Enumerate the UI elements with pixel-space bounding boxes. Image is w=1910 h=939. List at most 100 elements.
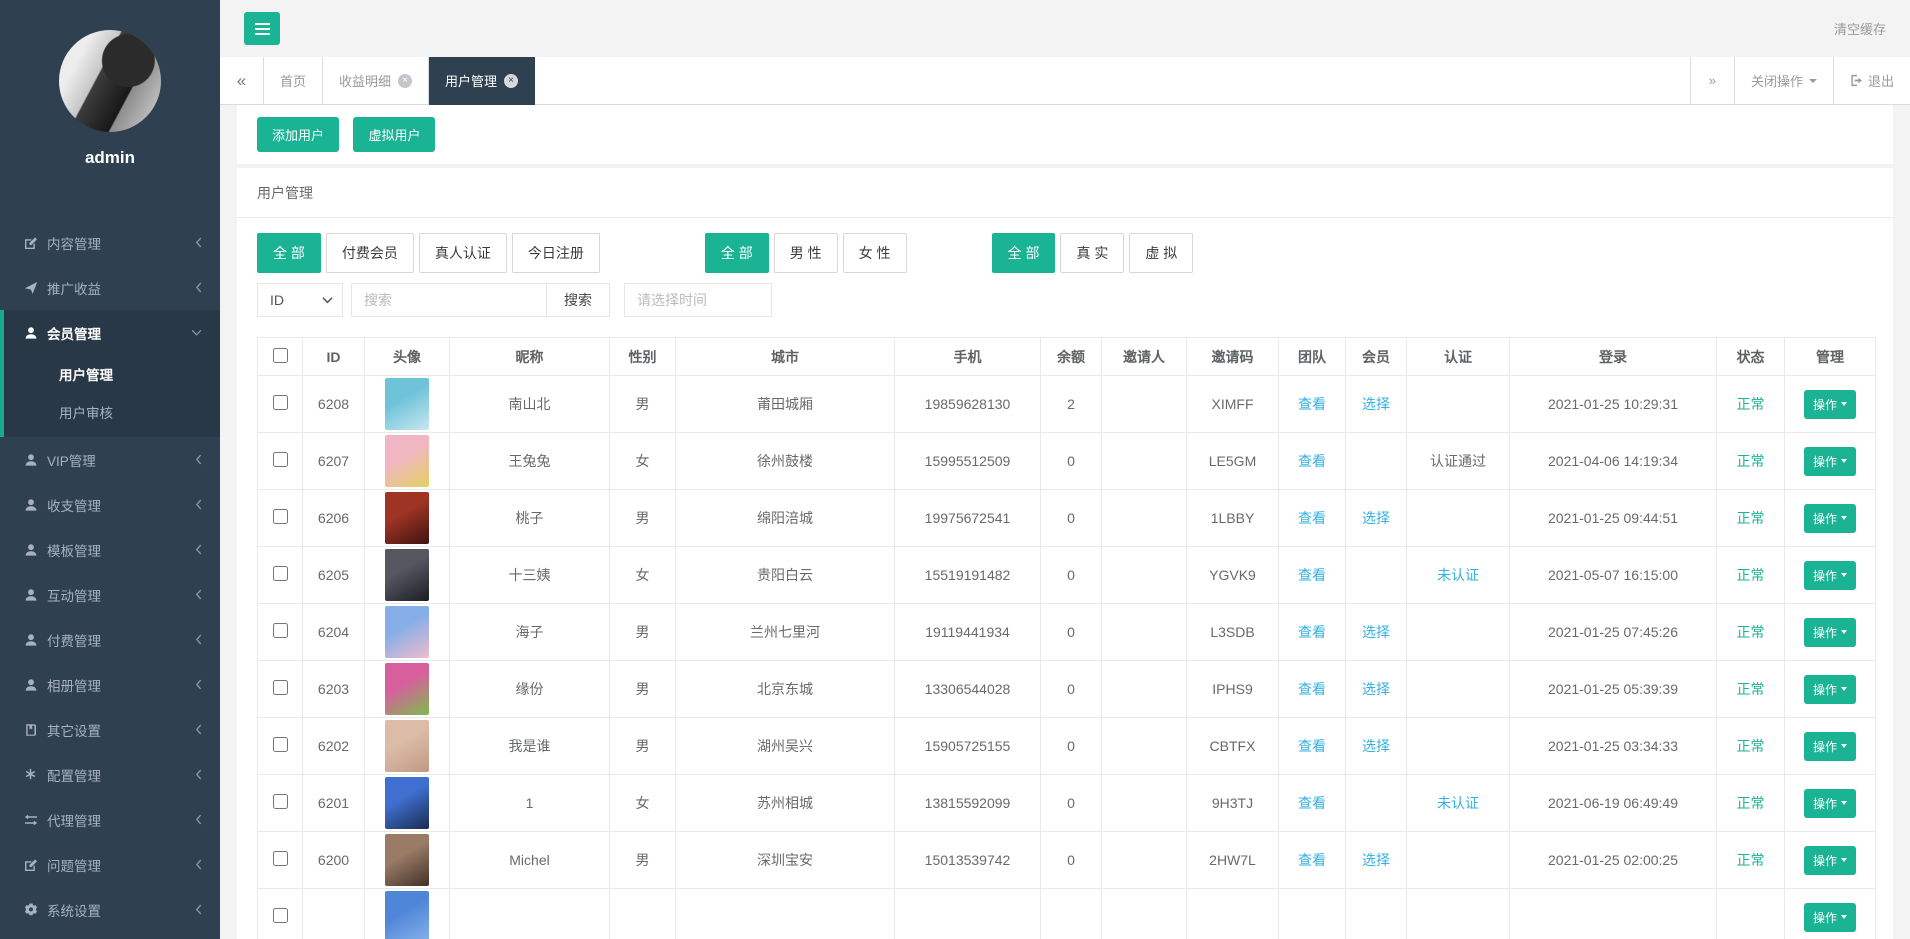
- member-select-link[interactable]: 选择: [1362, 624, 1390, 640]
- filter-user-type-real-verified[interactable]: 真人认证: [419, 233, 507, 273]
- row-operate-button[interactable]: 操作: [1804, 732, 1856, 761]
- sidebar-item-promotion[interactable]: 推广收益: [0, 265, 220, 310]
- cell-auth-status[interactable]: 未认证: [1437, 567, 1479, 583]
- close-operations-dropdown[interactable]: 关闭操作: [1734, 57, 1833, 104]
- member-select-link[interactable]: 选择: [1362, 852, 1390, 868]
- row-operate-button[interactable]: 操作: [1804, 618, 1856, 647]
- select-all-checkbox[interactable]: [273, 348, 288, 363]
- cell-auth-status[interactable]: 未认证: [1437, 795, 1479, 811]
- date-picker-input[interactable]: [624, 283, 772, 317]
- sidebar-item-label: 模板管理: [47, 540, 195, 560]
- team-view-link[interactable]: 查看: [1298, 738, 1326, 754]
- row-operate-button[interactable]: 操作: [1804, 390, 1856, 419]
- filter-gender-female[interactable]: 女 性: [843, 233, 907, 273]
- search-field-select[interactable]: ID: [257, 283, 343, 317]
- row-operate-button[interactable]: 操作: [1804, 447, 1856, 476]
- tab-close-icon[interactable]: ×: [398, 74, 412, 88]
- sidebar-item-config[interactable]: 配置管理: [0, 752, 220, 797]
- row-checkbox[interactable]: [273, 395, 288, 410]
- row-checkbox[interactable]: [273, 680, 288, 695]
- row-operate-button[interactable]: 操作: [1804, 675, 1856, 704]
- team-view-link[interactable]: 查看: [1298, 567, 1326, 583]
- row-checkbox[interactable]: [273, 794, 288, 809]
- column-header: 邀请码: [1187, 338, 1279, 376]
- tab[interactable]: 首页: [264, 57, 323, 104]
- filter-user-type-paid-member[interactable]: 付费会员: [326, 233, 414, 273]
- sidebar-item-system[interactable]: 系统设置: [0, 887, 220, 932]
- avatar[interactable]: [59, 30, 161, 132]
- row-operate-button[interactable]: 操作: [1804, 903, 1856, 932]
- filter-reality-all[interactable]: 全 部: [992, 233, 1056, 273]
- row-checkbox[interactable]: [273, 908, 288, 923]
- team-view-link[interactable]: 查看: [1298, 795, 1326, 811]
- row-checkbox[interactable]: [273, 737, 288, 752]
- search-button[interactable]: 搜索: [547, 283, 610, 317]
- search-input[interactable]: [351, 283, 547, 317]
- virtual-user-button[interactable]: 虚拟用户: [353, 117, 435, 152]
- tab-label: 首页: [280, 71, 306, 90]
- status-text: 正常: [1737, 453, 1765, 469]
- row-checkbox[interactable]: [273, 623, 288, 638]
- sidebar-item-paid[interactable]: 付费管理: [0, 617, 220, 662]
- member-select-link[interactable]: 选择: [1362, 681, 1390, 697]
- filter-reality-real[interactable]: 真 实: [1060, 233, 1124, 273]
- sidebar-item-agent[interactable]: 代理管理: [0, 797, 220, 842]
- team-view-link[interactable]: 查看: [1298, 624, 1326, 640]
- row-checkbox[interactable]: [273, 851, 288, 866]
- sidebar-item-question[interactable]: 问题管理: [0, 842, 220, 887]
- add-user-button[interactable]: 添加用户: [257, 117, 339, 152]
- operate-label: 操作: [1813, 624, 1837, 641]
- logout-button[interactable]: 退出: [1833, 57, 1910, 104]
- cell-inviter: [1102, 376, 1187, 433]
- cell-login-time: 2021-04-06 14:19:34: [1510, 433, 1717, 490]
- sidebar-item-member[interactable]: 会员管理: [4, 310, 220, 355]
- filter-gender-male[interactable]: 男 性: [774, 233, 838, 273]
- filter-gender-all[interactable]: 全 部: [705, 233, 769, 273]
- cell-login-time: [1510, 889, 1717, 939]
- sidebar-subitem-user-management[interactable]: 用户管理: [4, 355, 220, 393]
- member-select-link[interactable]: 选择: [1362, 738, 1390, 754]
- row-checkbox[interactable]: [273, 509, 288, 524]
- team-view-link[interactable]: 查看: [1298, 510, 1326, 526]
- tab-close-icon[interactable]: ×: [504, 74, 518, 88]
- cell-inviter: [1102, 832, 1187, 889]
- sidebar-item-template[interactable]: 模板管理: [0, 527, 220, 572]
- sidebar-item-finance[interactable]: 收支管理: [0, 482, 220, 527]
- filter-user-type-today-registered[interactable]: 今日注册: [512, 233, 600, 273]
- sidebar-item-other-settings[interactable]: 其它设置: [0, 707, 220, 752]
- clear-cache-link[interactable]: 清空缓存: [1834, 19, 1886, 38]
- user-avatar: [385, 777, 429, 829]
- row-operate-button[interactable]: 操作: [1804, 789, 1856, 818]
- member-select-link[interactable]: 选择: [1362, 396, 1390, 412]
- sidebar-item-album[interactable]: 相册管理: [0, 662, 220, 707]
- row-operate-button[interactable]: 操作: [1804, 561, 1856, 590]
- tabs-scroll-right-button[interactable]: »: [1690, 57, 1734, 104]
- row-checkbox[interactable]: [273, 566, 288, 581]
- tabs-scroll-left-button[interactable]: «: [220, 57, 264, 104]
- sidebar-item-label: 问题管理: [47, 855, 195, 875]
- filter-user-type-all[interactable]: 全 部: [257, 233, 321, 273]
- tab[interactable]: 收益明细 ×: [323, 57, 429, 104]
- tab[interactable]: 用户管理 ×: [429, 57, 535, 104]
- row-operate-button[interactable]: 操作: [1804, 846, 1856, 875]
- sidebar-item-label: 收支管理: [47, 495, 195, 515]
- filter-reality-virtual[interactable]: 虚 拟: [1129, 233, 1193, 273]
- sidebar-group: 模板管理: [0, 527, 220, 572]
- sidebar-item-content[interactable]: 内容管理: [0, 220, 220, 265]
- member-select-link[interactable]: 选择: [1362, 510, 1390, 526]
- sidebar-item-interaction[interactable]: 互动管理: [0, 572, 220, 617]
- sidebar-subitem-user-review[interactable]: 用户审核: [4, 393, 220, 431]
- sidebar-item-vip[interactable]: VIP管理: [0, 437, 220, 482]
- operate-label: 操作: [1813, 396, 1837, 413]
- row-checkbox[interactable]: [273, 452, 288, 467]
- team-view-link[interactable]: 查看: [1298, 453, 1326, 469]
- team-view-link[interactable]: 查看: [1298, 396, 1326, 412]
- row-operate-button[interactable]: 操作: [1804, 504, 1856, 533]
- team-view-link[interactable]: 查看: [1298, 852, 1326, 868]
- profile-section: admin: [0, 0, 220, 168]
- table-header-row: ID头像昵称性别城市手机余额邀请人邀请码团队会员认证登录状态管理: [258, 338, 1876, 376]
- team-view-link[interactable]: 查看: [1298, 681, 1326, 697]
- cell-nickname: 缘份: [450, 661, 610, 718]
- cell-nickname: 十三姨: [450, 547, 610, 604]
- sidebar-toggle-button[interactable]: [244, 12, 280, 45]
